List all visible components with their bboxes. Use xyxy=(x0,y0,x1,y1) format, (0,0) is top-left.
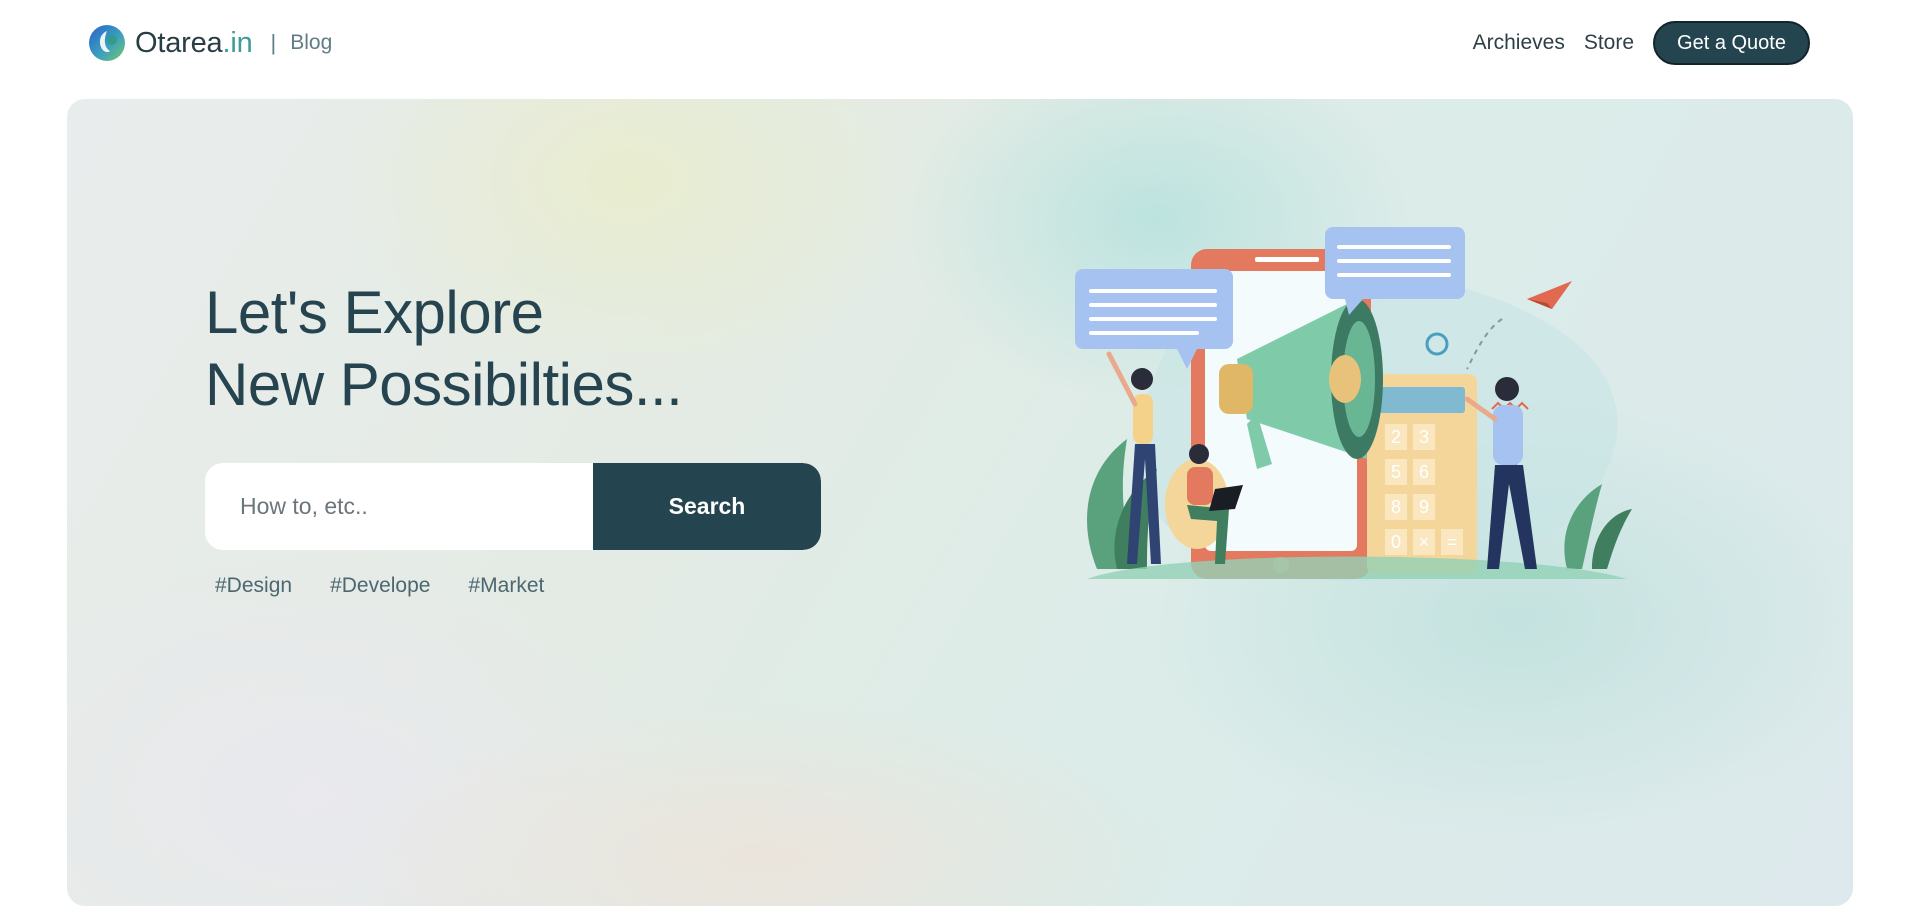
hero-title: Let's Explore New Possibilties... xyxy=(205,277,683,421)
logo-icon xyxy=(89,25,125,61)
marketing-illustration: 2 3 5 6 8 9 0 × = xyxy=(1075,227,1632,581)
hero-banner: Let's Explore New Possibilties... Search… xyxy=(67,99,1853,906)
section-label[interactable]: Blog xyxy=(290,31,332,55)
brand-name: Otarea.in xyxy=(135,26,253,59)
tag-design[interactable]: #Design xyxy=(215,574,292,598)
hero-title-line-1: Let's Explore xyxy=(205,279,544,346)
calculator-illustration: 2 3 5 6 8 9 0 × = xyxy=(1367,374,1477,574)
brand[interactable]: Otarea.in | Blog xyxy=(88,24,332,62)
calc-key: = xyxy=(1447,532,1458,552)
calc-key: 8 xyxy=(1391,497,1401,517)
calc-key: 0 xyxy=(1391,532,1401,552)
tag-market[interactable]: #Market xyxy=(468,574,544,598)
search-button[interactable]: Search xyxy=(593,463,821,550)
tag-develope[interactable]: #Develope xyxy=(330,574,430,598)
tag-list: #Design #Develope #Market xyxy=(215,574,582,598)
hero-title-line-2: New Possibilties... xyxy=(205,351,683,418)
search-input[interactable] xyxy=(205,463,593,550)
navbar: Otarea.in | Blog Archieves Store Get a Q… xyxy=(0,0,1920,86)
nav-link-store[interactable]: Store xyxy=(1584,31,1634,55)
calc-key: 2 xyxy=(1391,427,1401,447)
calc-key: 9 xyxy=(1419,497,1429,517)
brand-separator: | xyxy=(270,30,277,55)
calc-key: 3 xyxy=(1419,427,1429,447)
nav-links: Archieves Store Get a Quote xyxy=(1473,21,1810,65)
get-quote-button[interactable]: Get a Quote xyxy=(1653,21,1810,65)
nav-link-archieves[interactable]: Archieves xyxy=(1473,31,1565,55)
calc-key: 5 xyxy=(1391,462,1401,482)
brand-tld: .in xyxy=(222,26,253,59)
calc-key: × xyxy=(1419,532,1430,552)
calc-key: 6 xyxy=(1419,462,1429,482)
search-bar: Search xyxy=(205,463,821,550)
